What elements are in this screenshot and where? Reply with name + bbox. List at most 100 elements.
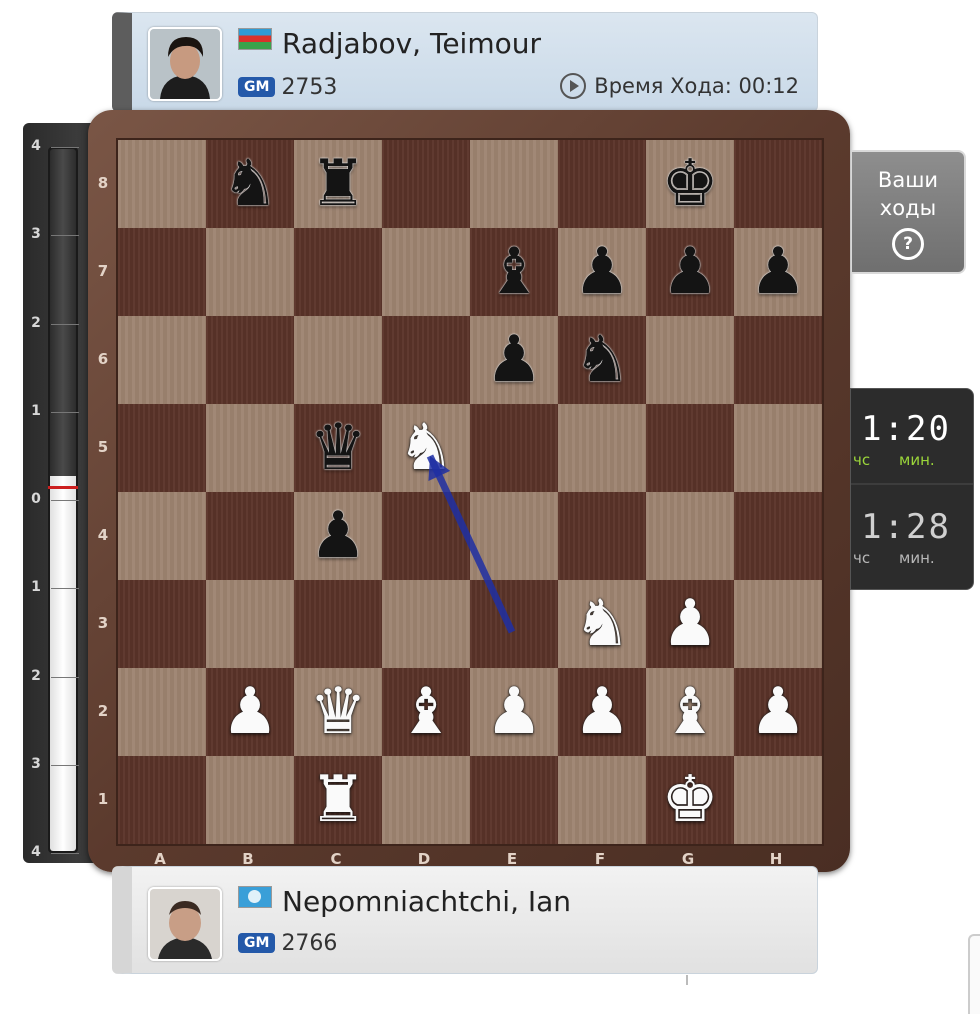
square-e8[interactable] [470, 140, 558, 228]
top-player-rating-row: GM 2753 [238, 75, 337, 100]
bottom-player-rating: 2766 [281, 931, 338, 956]
square-b3[interactable] [206, 580, 294, 668]
clocks-panel: 1:20 чс мин. 1:28 чс мин. [850, 388, 974, 590]
your-moves-label-line2: ходы [879, 196, 937, 220]
eval-scale-label: 3 [31, 755, 41, 772]
bottom-player-name: Nepomniachtchi, Ian [282, 885, 572, 918]
square-e1[interactable] [470, 756, 558, 844]
square-c3[interactable] [294, 580, 382, 668]
bottom-clock-time: 1:28 [861, 507, 951, 547]
top-player-rating: 2753 [281, 75, 338, 100]
square-d4[interactable] [382, 492, 470, 580]
square-f1[interactable] [558, 756, 646, 844]
eval-scale-tick [51, 588, 79, 590]
top-clock-time: 1:20 [861, 409, 951, 449]
rank-label-2: 2 [97, 702, 109, 720]
black-pawn-e6[interactable]: ♟ [470, 316, 558, 404]
eval-scale-tick [51, 764, 79, 766]
white-pawn-g3[interactable]: ♟ [646, 580, 734, 668]
black-knight-b8[interactable]: ♞ [206, 140, 294, 228]
square-h3[interactable] [734, 580, 822, 668]
black-pawn-f7[interactable]: ♟ [558, 228, 646, 316]
square-h8[interactable] [734, 140, 822, 228]
square-b6[interactable] [206, 316, 294, 404]
square-d8[interactable] [382, 140, 470, 228]
square-c7[interactable] [294, 228, 382, 316]
bottom-player-panel: Nepomniachtchi, Ian GM 2766 [112, 866, 818, 974]
square-a4[interactable] [118, 492, 206, 580]
rank-label-7: 7 [97, 262, 109, 280]
square-f4[interactable] [558, 492, 646, 580]
black-pawn-h7[interactable]: ♟ [734, 228, 822, 316]
square-h4[interactable] [734, 492, 822, 580]
eval-scale-tick [51, 676, 79, 678]
square-g5[interactable] [646, 404, 734, 492]
eval-scale-tick [51, 323, 79, 325]
square-e3[interactable] [470, 580, 558, 668]
eval-scale-label: 2 [31, 667, 41, 684]
white-pawn-f2[interactable]: ♟ [558, 668, 646, 756]
rank-label-3: 3 [97, 614, 109, 632]
square-h1[interactable] [734, 756, 822, 844]
square-d7[interactable] [382, 228, 470, 316]
eval-scale-tick [51, 235, 79, 237]
white-bishop-d2[interactable]: ♝ [382, 668, 470, 756]
black-queen-c5[interactable]: ♛ [294, 404, 382, 492]
move-time-label: Время Хода: 00:12 [594, 74, 799, 98]
eval-scale-label: 0 [31, 491, 41, 507]
black-king-g8[interactable]: ♚ [646, 140, 734, 228]
black-knight-f6[interactable]: ♞ [558, 316, 646, 404]
square-f8[interactable] [558, 140, 646, 228]
white-pawn-h2[interactable]: ♟ [734, 668, 822, 756]
white-pawn-e2[interactable]: ♟ [470, 668, 558, 756]
square-a8[interactable] [118, 140, 206, 228]
white-knight-f3[interactable]: ♞ [558, 580, 646, 668]
square-a3[interactable] [118, 580, 206, 668]
top-player-avatar [148, 27, 222, 101]
square-b4[interactable] [206, 492, 294, 580]
black-pawn-c4[interactable]: ♟ [294, 492, 382, 580]
white-rook-c1[interactable]: ♜ [294, 756, 382, 844]
square-b1[interactable] [206, 756, 294, 844]
bottom-player-avatar [148, 887, 222, 961]
square-b7[interactable] [206, 228, 294, 316]
square-h6[interactable] [734, 316, 822, 404]
your-moves-button[interactable]: Ваши ходы ? [852, 150, 966, 274]
black-rook-c8[interactable]: ♜ [294, 140, 382, 228]
black-pawn-g7[interactable]: ♟ [646, 228, 734, 316]
square-a2[interactable] [118, 668, 206, 756]
square-h5[interactable] [734, 404, 822, 492]
white-queen-c2[interactable]: ♛ [294, 668, 382, 756]
black-bishop-e7[interactable]: ♝ [470, 228, 558, 316]
top-clock-minutes-unit: мин. [899, 451, 935, 469]
top-player-name-row: Radjabov, Teimour [238, 27, 541, 60]
square-e5[interactable] [470, 404, 558, 492]
square-a1[interactable] [118, 756, 206, 844]
eval-scale-label: 4 [31, 138, 41, 154]
divider-tick [686, 975, 688, 985]
white-pawn-b2[interactable]: ♟ [206, 668, 294, 756]
square-a5[interactable] [118, 404, 206, 492]
square-f5[interactable] [558, 404, 646, 492]
eval-scale-tick [51, 500, 79, 501]
white-knight-d5[interactable]: ♞ [382, 404, 470, 492]
square-d1[interactable] [382, 756, 470, 844]
bottom-clock-hours-unit: чс [853, 549, 871, 567]
top-player-title-badge: GM [238, 77, 276, 97]
top-player-name: Radjabov, Teimour [282, 27, 541, 60]
square-g6[interactable] [646, 316, 734, 404]
white-king-g1[interactable]: ♚ [646, 756, 734, 844]
square-e4[interactable] [470, 492, 558, 580]
square-b5[interactable] [206, 404, 294, 492]
white-bishop-g2[interactable]: ♝ [646, 668, 734, 756]
square-c6[interactable] [294, 316, 382, 404]
help-icon[interactable]: ? [892, 228, 924, 260]
square-d3[interactable] [382, 580, 470, 668]
rank-label-6: 6 [97, 350, 109, 368]
square-a7[interactable] [118, 228, 206, 316]
square-g4[interactable] [646, 492, 734, 580]
eval-scale-label: 4 [31, 844, 41, 860]
square-a6[interactable] [118, 316, 206, 404]
chessboard[interactable]: ♞ ♜ ♚ ♝ ♟ ♟ ♟ ♟ ♞ ♛ ♞ ♟ ♞ ♟ ♟ ♛ ♝ ♟ ♟ ♝ ♟ ♜ ♚ [116, 138, 824, 846]
square-d6[interactable] [382, 316, 470, 404]
